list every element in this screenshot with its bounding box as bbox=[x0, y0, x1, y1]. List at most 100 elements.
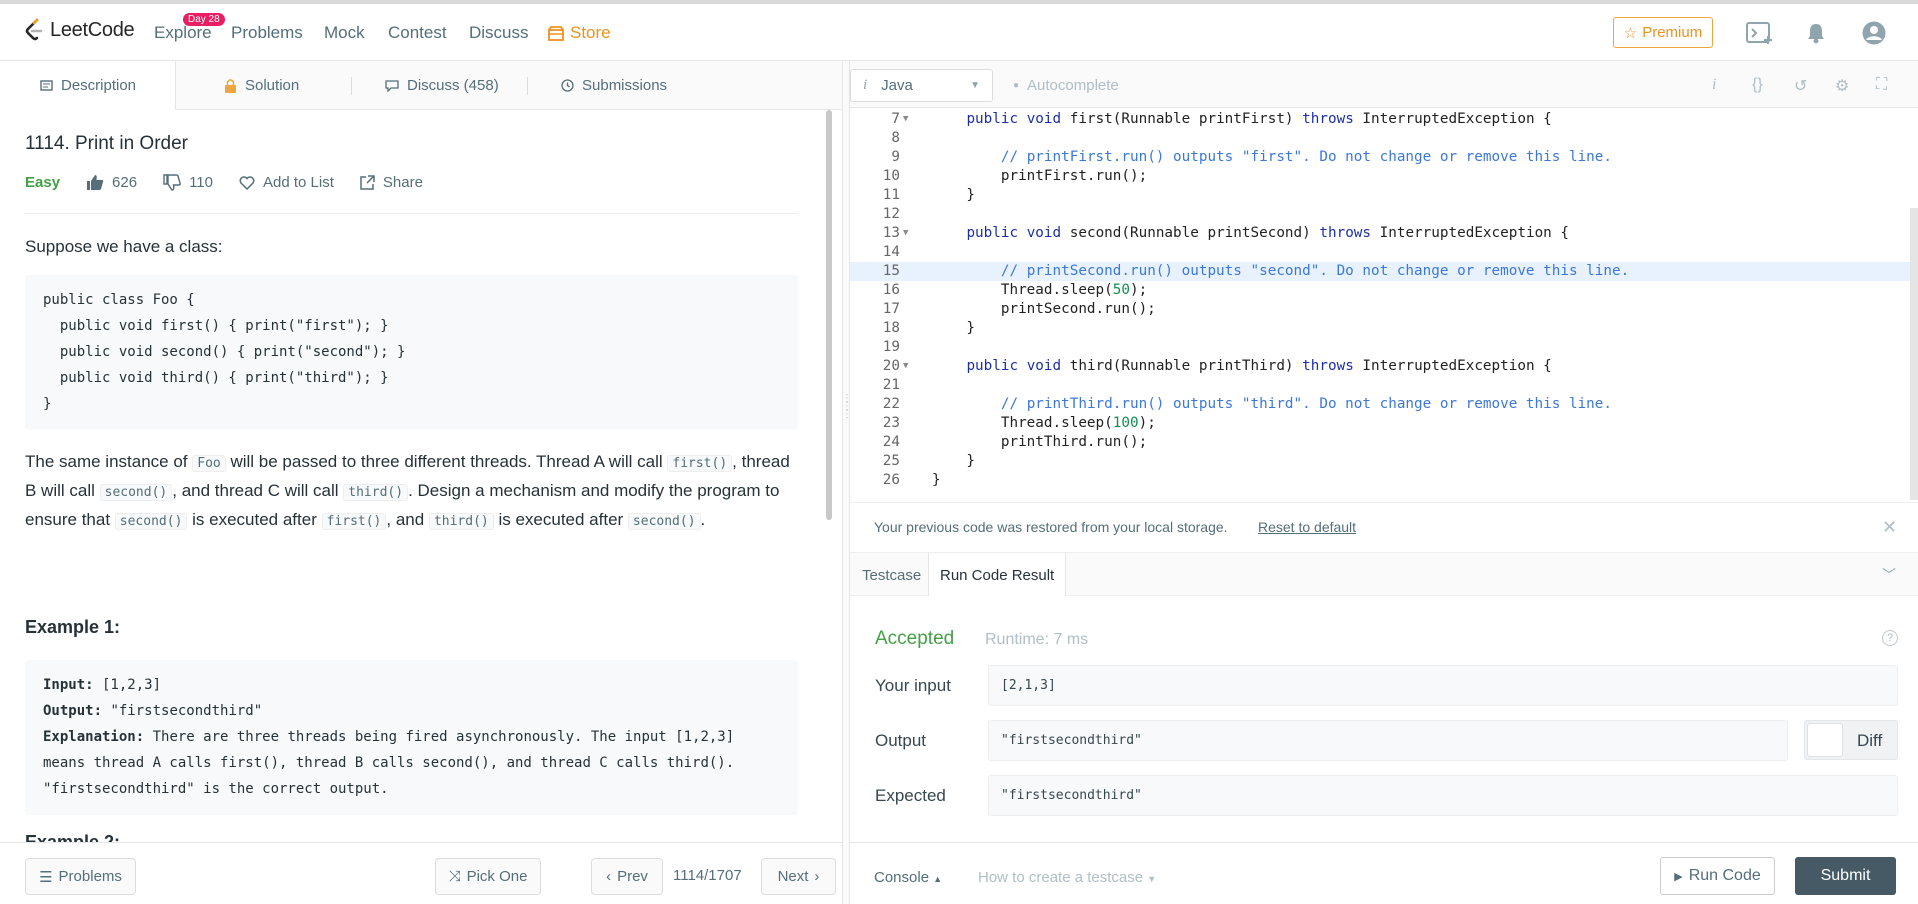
avatar-icon[interactable] bbox=[1862, 21, 1886, 48]
share-label: Share bbox=[382, 174, 423, 191]
submit-label: Submit bbox=[1820, 867, 1871, 884]
inline-code: Foo bbox=[192, 455, 226, 472]
chevron-down-icon[interactable]: ﹀ bbox=[1882, 565, 1896, 585]
code-line[interactable]: 23 Thread.sleep(100); bbox=[850, 414, 1910, 433]
close-icon[interactable]: ✕ bbox=[1882, 517, 1897, 538]
next-label: Next bbox=[777, 868, 809, 885]
fold-arrow-icon[interactable]: ▼ bbox=[903, 224, 908, 243]
diff-toggle[interactable]: Diff bbox=[1804, 720, 1898, 760]
code-line[interactable]: 12 bbox=[850, 205, 1910, 224]
leetcode-logo[interactable]: LeetCode bbox=[24, 18, 135, 42]
dislike-button[interactable]: 110 bbox=[163, 174, 213, 191]
how-to-testcase-link[interactable]: How to create a testcase ▼ bbox=[978, 869, 1156, 886]
code-text: Thread.sleep(50); bbox=[932, 282, 1148, 298]
toggle-dot-icon: ● bbox=[1013, 80, 1020, 91]
tab-testcase[interactable]: Testcase bbox=[862, 553, 921, 597]
settings-icon[interactable]: ⚙ bbox=[1835, 76, 1849, 96]
tab-divider bbox=[527, 77, 528, 95]
diff-switch[interactable] bbox=[1807, 723, 1843, 757]
info-icon: i bbox=[863, 77, 868, 93]
inline-code: second() bbox=[99, 484, 173, 501]
code-line[interactable]: 14 bbox=[850, 243, 1910, 262]
tab-submissions[interactable]: Submissions bbox=[561, 61, 667, 110]
nav-problems[interactable]: Problems bbox=[231, 23, 303, 43]
fullscreen-icon[interactable]: ⛶ bbox=[1876, 76, 1887, 94]
tab-solution[interactable]: Solution bbox=[224, 61, 299, 110]
share-button[interactable]: Share bbox=[360, 174, 423, 191]
code-line[interactable]: 25 } bbox=[850, 452, 1910, 471]
like-button[interactable]: 626 bbox=[86, 174, 137, 191]
description-scrollbar[interactable] bbox=[826, 110, 832, 520]
nav-explore[interactable]: Explore bbox=[154, 23, 212, 43]
language-select[interactable]: i Java ▼ bbox=[850, 69, 993, 102]
code-editor[interactable]: 7 ▼ public void first(Runnable printFirst… bbox=[850, 108, 1910, 500]
braces-icon[interactable]: {} bbox=[1752, 76, 1763, 94]
code-line[interactable]: 26} bbox=[850, 471, 1910, 490]
next-button[interactable]: Next › bbox=[761, 858, 836, 895]
desc-text: is executed after bbox=[187, 510, 322, 529]
pane-splitter[interactable] bbox=[842, 61, 850, 904]
code-line[interactable]: 22 // printThird.run() outputs "third". … bbox=[850, 395, 1910, 414]
code-line[interactable]: 21 bbox=[850, 376, 1910, 395]
nav-store[interactable]: Store bbox=[548, 23, 611, 43]
submit-button[interactable]: Submit bbox=[1795, 857, 1896, 895]
shuffle-icon: ⤨ bbox=[448, 868, 461, 885]
code-line[interactable]: 9 // printFirst.run() outputs "first". D… bbox=[850, 148, 1910, 167]
code-line[interactable]: 17 printSecond.run(); bbox=[850, 300, 1910, 319]
premium-button[interactable]: ☆ Premium bbox=[1613, 17, 1713, 48]
run-code-button[interactable]: ▶ Run Code bbox=[1660, 857, 1775, 895]
tab-discuss-label: Discuss (458) bbox=[407, 77, 499, 94]
code-line[interactable]: 24 printThird.run(); bbox=[850, 433, 1910, 452]
nav-contest[interactable]: Contest bbox=[388, 23, 447, 43]
code-line[interactable]: 15 // printSecond.run() outputs "second"… bbox=[850, 262, 1910, 281]
tab-run-code-result[interactable]: Run Code Result bbox=[928, 553, 1067, 597]
problem-description: 1114. Print in Order Easy 626 110 Add to… bbox=[0, 110, 826, 842]
line-number: 24 bbox=[882, 434, 900, 450]
code-line[interactable]: 7 ▼ public void first(Runnable printFirst… bbox=[850, 110, 1910, 129]
pick-one-button[interactable]: ⤨ Pick One bbox=[435, 858, 541, 895]
console-toggle[interactable]: Console ▲ bbox=[874, 869, 942, 886]
code-line[interactable]: 20 ▼ public void third(Runnable printThir… bbox=[850, 357, 1910, 376]
code-line[interactable]: 10 printFirst.run(); bbox=[850, 167, 1910, 186]
tab-description[interactable]: Description bbox=[0, 61, 176, 110]
editor-scrollbar[interactable] bbox=[1910, 208, 1918, 500]
desc-text: will be passed to three different thread… bbox=[225, 452, 668, 471]
store-icon bbox=[548, 25, 564, 41]
autocomplete-toggle[interactable]: ● Autocomplete bbox=[1013, 77, 1119, 94]
code-line[interactable]: 11 } bbox=[850, 186, 1910, 205]
code-line[interactable]: 19 bbox=[850, 338, 1910, 357]
prev-label: Prev bbox=[617, 868, 648, 885]
prev-button[interactable]: ‹ Prev bbox=[591, 858, 663, 895]
nav-mock[interactable]: Mock bbox=[324, 23, 365, 43]
logo-text: LeetCode bbox=[50, 18, 135, 41]
code-line[interactable]: 13 ▼ public void second(Runnable printSec… bbox=[850, 224, 1910, 243]
reset-icon[interactable]: ↺ bbox=[1794, 76, 1807, 96]
tab-solution-label: Solution bbox=[245, 77, 300, 94]
code-text: } bbox=[932, 320, 976, 336]
your-input-value: [2,1,3] bbox=[988, 665, 1898, 706]
run-code-label: Run Code bbox=[1688, 867, 1761, 884]
code-line[interactable]: 18 } bbox=[850, 319, 1910, 338]
line-number: 19 bbox=[882, 339, 900, 355]
problems-button[interactable]: ☰ Problems bbox=[25, 858, 136, 895]
problem-tabs: Description Solution Discuss (458) Submi… bbox=[0, 61, 842, 110]
bell-icon[interactable] bbox=[1806, 22, 1826, 47]
play-icon: ▶ bbox=[1674, 870, 1683, 883]
splitter-handle-icon[interactable]: ⋮ ⋮ ⋮ bbox=[842, 394, 852, 420]
add-to-list-button[interactable]: Add to List bbox=[239, 174, 334, 191]
code-line[interactable]: 8 bbox=[850, 129, 1910, 148]
autocomplete-label: Autocomplete bbox=[1027, 77, 1119, 94]
reset-to-default-link[interactable]: Reset to default bbox=[1258, 519, 1356, 535]
pick-one-label: Pick One bbox=[466, 868, 528, 885]
help-icon[interactable]: ? bbox=[1882, 630, 1898, 646]
playground-icon[interactable] bbox=[1746, 22, 1774, 47]
example-2-title: Example 2: bbox=[25, 832, 121, 842]
info-icon[interactable]: i bbox=[1712, 76, 1716, 94]
tab-discuss[interactable]: Discuss (458) bbox=[385, 61, 499, 110]
caret-up-icon: ▲ bbox=[933, 874, 943, 884]
fold-arrow-icon[interactable]: ▼ bbox=[903, 110, 908, 129]
fold-arrow-icon[interactable]: ▼ bbox=[903, 357, 908, 376]
nav-discuss[interactable]: Discuss bbox=[469, 23, 529, 43]
console-tabs: Testcase Run Code Result ﹀ bbox=[850, 552, 1918, 597]
code-line[interactable]: 16 Thread.sleep(50); bbox=[850, 281, 1910, 300]
